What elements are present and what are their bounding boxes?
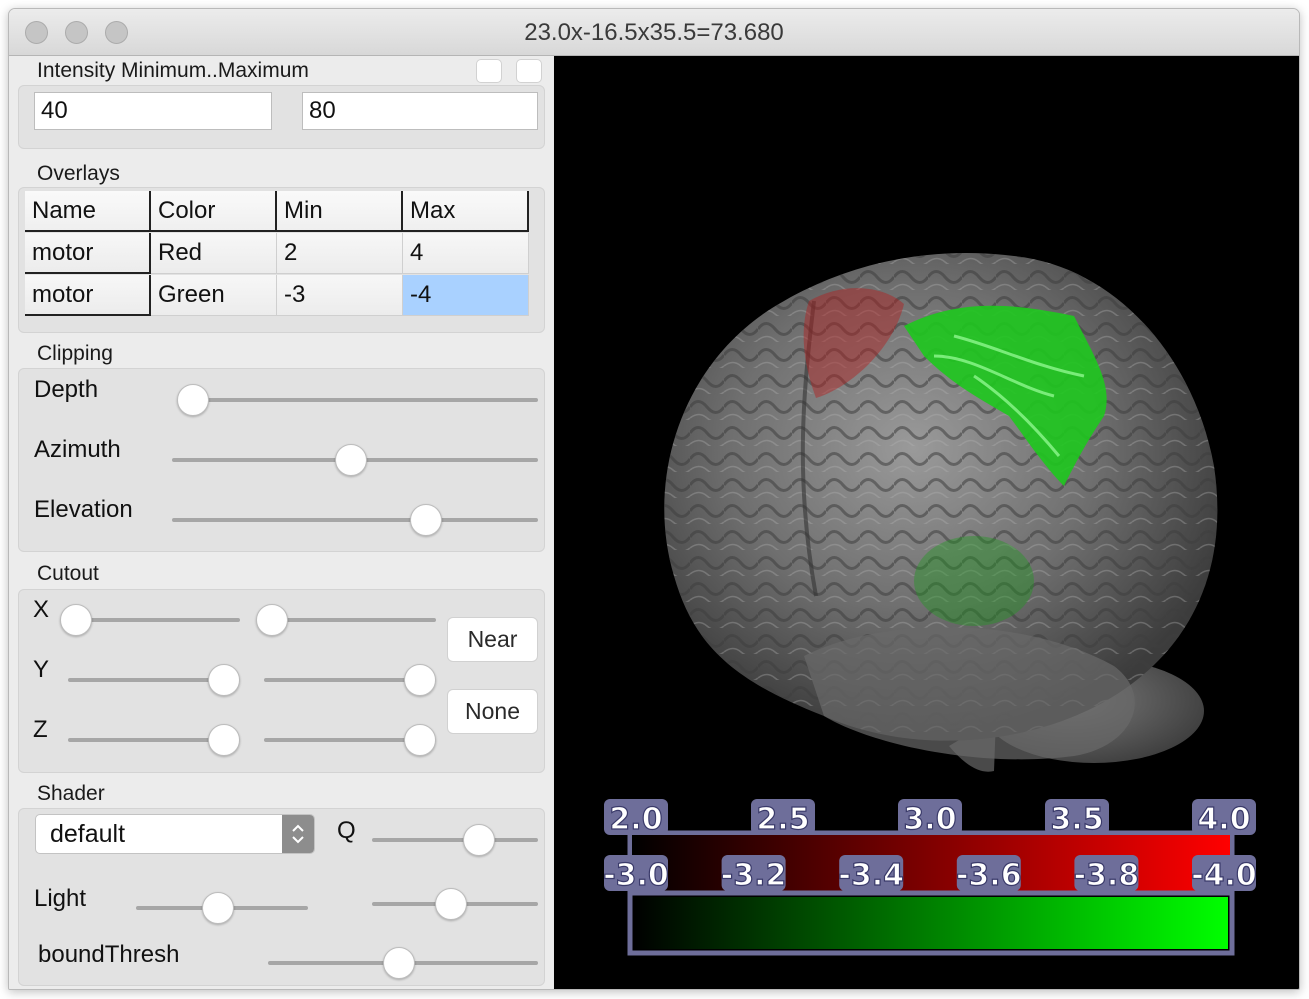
- near-button[interactable]: Near: [447, 617, 538, 662]
- green-colorbar-tick-label: -3.4: [838, 858, 904, 893]
- cutout-y-label: Y: [33, 656, 50, 683]
- window-title: 23.0x-16.5x35.5=73.680: [524, 19, 784, 46]
- shader-section-title: Shader: [37, 782, 105, 805]
- cutout-x-label: X: [33, 596, 50, 623]
- none-button[interactable]: None: [447, 689, 538, 734]
- cutout-section-title: Cutout: [37, 562, 99, 585]
- overlay-row1-name[interactable]: motor: [25, 233, 151, 274]
- overlays-section-title: Overlays: [37, 162, 120, 185]
- slider-track[interactable]: [172, 518, 538, 522]
- slider-track[interactable]: [372, 838, 538, 842]
- column-header-max[interactable]: Max: [403, 191, 529, 232]
- intensity-min-input[interactable]: 40: [34, 92, 272, 130]
- intensity-section-title: Intensity Minimum..Maximum: [37, 59, 309, 82]
- overlay-row1-max[interactable]: 4: [403, 233, 529, 274]
- green-colorbar: [634, 897, 1228, 949]
- slider-knob[interactable]: [404, 724, 436, 756]
- overlay-row2-min[interactable]: -3: [277, 275, 403, 316]
- slider-track[interactable]: [68, 618, 240, 622]
- green-colorbar-tick-label: -3.6: [956, 858, 1022, 893]
- slider-knob[interactable]: [208, 664, 240, 696]
- slider-track[interactable]: [264, 618, 436, 622]
- colorbar-legend: [627, 830, 1235, 956]
- app-window: 23.0x-16.5x35.5=73.680 Intensity Minimum…: [8, 8, 1300, 990]
- overlay-row1-color[interactable]: Red: [151, 233, 277, 274]
- overlay-row2-name[interactable]: motor: [25, 275, 151, 316]
- control-panel: Intensity Minimum..Maximum 40 80 Overlay…: [9, 56, 553, 989]
- overlay-row2-max[interactable]: -4: [403, 275, 529, 316]
- slider-knob[interactable]: [202, 892, 234, 924]
- render-canvas: 2.0 2.5 3.0 3.5 4.0 -3.0 -3.2 -3.4 -3.6 -3.8 -4.0: [603, 253, 1257, 956]
- red-colorbar-tick-label: 3.5: [1050, 802, 1103, 837]
- slider-knob[interactable]: [410, 504, 443, 536]
- red-colorbar-tick-label: 4.0: [1197, 802, 1250, 837]
- green-colorbar-tick-label: -3.0: [603, 858, 669, 893]
- slider-track[interactable]: [185, 398, 538, 402]
- red-colorbar-tick-label: 3.0: [903, 802, 956, 837]
- brain-rendering: [664, 253, 1218, 772]
- slider-knob[interactable]: [435, 888, 467, 920]
- slider-knob[interactable]: [60, 604, 92, 636]
- depth-label: Depth: [34, 376, 99, 403]
- column-header-min[interactable]: Min: [277, 191, 403, 232]
- render-view[interactable]: 2.0 2.5 3.0 3.5 4.0 -3.0 -3.2 -3.4 -3.6 -3.8 -4.0: [554, 56, 1299, 989]
- shader-select-value: default: [50, 820, 126, 848]
- overlay-row1-min[interactable]: 2: [277, 233, 403, 274]
- red-colorbar-tick-label: 2.0: [609, 802, 662, 837]
- slider-knob[interactable]: [404, 664, 436, 696]
- clipping-section-title: Clipping: [37, 342, 113, 365]
- q-label: Q: [337, 817, 356, 844]
- elevation-label: Elevation: [34, 496, 133, 523]
- shader-select[interactable]: default: [35, 814, 315, 854]
- green-colorbar-tick-label: -3.8: [1074, 858, 1140, 893]
- title-bar: 23.0x-16.5x35.5=73.680: [9, 9, 1299, 56]
- overlay-row2-color[interactable]: Green: [151, 275, 277, 316]
- red-colorbar-tick-label: 2.5: [756, 802, 809, 837]
- cutout-z-label: Z: [33, 716, 48, 743]
- light-label: Light: [34, 885, 87, 912]
- green-colorbar-tick-label: -3.2: [721, 858, 787, 893]
- slider-knob[interactable]: [335, 444, 367, 476]
- intensity-max-input[interactable]: 80: [302, 92, 538, 130]
- slider-knob[interactable]: [383, 947, 415, 979]
- intensity-aux-button-2[interactable]: [516, 59, 542, 83]
- column-header-color[interactable]: Color: [151, 191, 277, 232]
- slider-knob[interactable]: [208, 724, 240, 756]
- boundthresh-label: boundThresh: [38, 941, 180, 968]
- green-colorbar-tick-label: -4.0: [1191, 858, 1257, 893]
- select-stepper-icon: [282, 815, 314, 853]
- slider-knob[interactable]: [256, 604, 288, 636]
- intensity-aux-button-1[interactable]: [476, 59, 502, 83]
- green-overlay-faint: [914, 536, 1034, 626]
- azimuth-label: Azimuth: [34, 436, 121, 463]
- column-header-name[interactable]: Name: [25, 191, 151, 232]
- slider-knob[interactable]: [177, 384, 209, 416]
